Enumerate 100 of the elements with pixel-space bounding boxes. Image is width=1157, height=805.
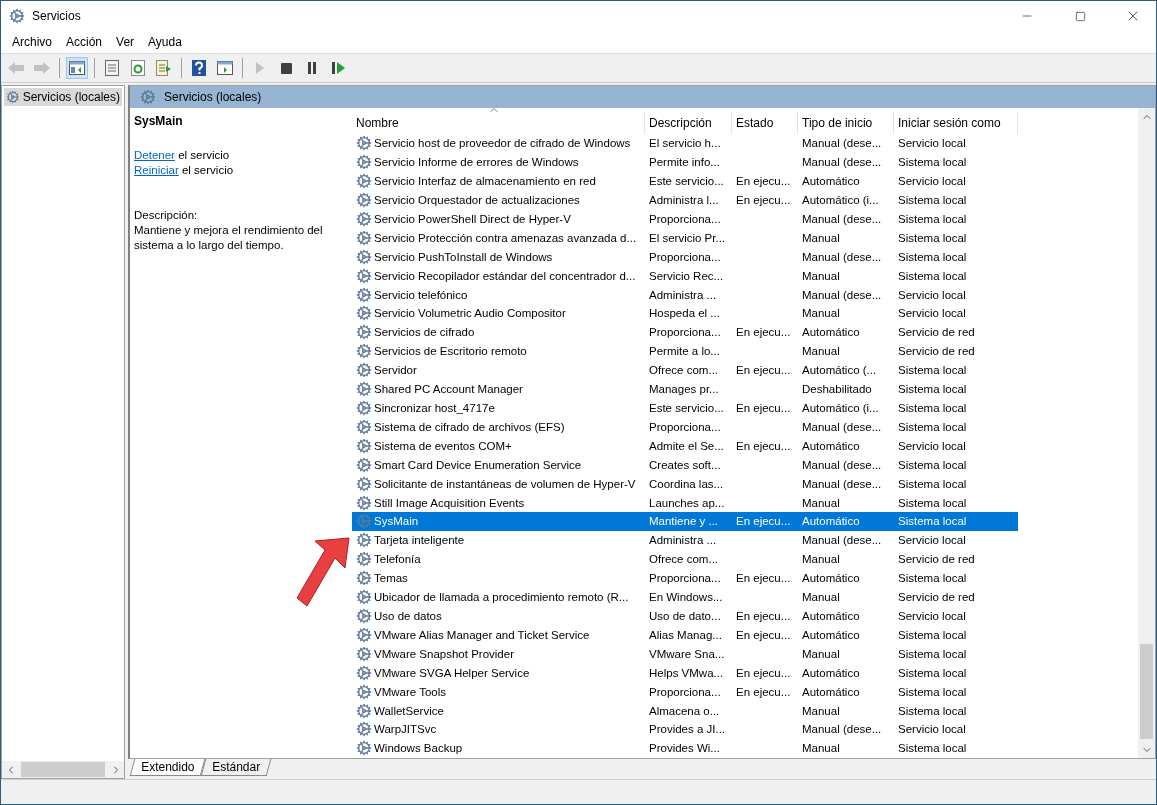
window-title: Servicios <box>32 9 82 23</box>
menu-item[interactable]: Acción <box>59 33 110 51</box>
service-row[interactable]: VMware Alias Manager and Ticket Service Alias Manag... En ejecu... Automático Sistema local <box>352 625 1018 645</box>
gear-icon <box>356 721 372 738</box>
table-cell-text: Este servicio... <box>648 175 725 188</box>
name-cell: WalletService <box>352 702 645 719</box>
table-cell-text: Manual (dese... <box>801 156 883 169</box>
table-cell-text: Manual <box>801 742 841 755</box>
scrollbar-thumb[interactable] <box>1140 644 1153 739</box>
tree-item[interactable]: Servicios (locales) <box>4 88 122 106</box>
pane-title: Servicios (locales) <box>164 90 262 104</box>
gear-icon <box>356 702 372 719</box>
service-row[interactable]: Temas Proporciona... En ejecu... Automático Sistema local <box>352 568 1018 588</box>
service-row[interactable]: Servicio host de proveedor de cifrado de Windows El servicio h... Manual (dese... Servicio local <box>352 133 1018 153</box>
service-row[interactable]: Telefonía Ofrece com... Manual Servicio de red <box>352 549 1018 569</box>
service-row[interactable]: SysMain Mantiene y ... En ejecu... Automático Sistema local <box>352 512 1018 531</box>
table-cell-text: Helps VMwa... <box>648 666 725 679</box>
table-cell-text: Hospeda el ... <box>648 307 721 320</box>
service-row[interactable]: Servicio Volumetric Audio Compositor Hospeda el ... Manual Servicio local <box>352 304 1018 323</box>
view-tab[interactable]: Extendido <box>129 759 206 776</box>
name-cell: Servicio PushToInstall de Windows <box>352 248 645 265</box>
service-row[interactable]: Tarjeta inteligente Administra ... Manual (dese... Servicio local <box>352 530 1018 550</box>
service-row[interactable]: Sincronizar host_4717e Este servicio... En ejecu... Automático (i... Sistema local <box>352 398 1018 418</box>
column-header[interactable]: Descripción <box>645 111 732 134</box>
refresh-icon <box>131 60 145 76</box>
gear-icon <box>356 494 372 511</box>
table-cell-text: Manual <box>801 231 841 244</box>
table-cell-text: Manual (dese... <box>801 420 883 433</box>
service-row[interactable]: Servicios de cifrado Proporciona... En ejecu... Automático Servicio de red <box>352 322 1018 342</box>
view-tab[interactable]: Estándar <box>201 759 272 776</box>
service-row[interactable]: Uso de datos Uso de dato... En ejecu... Automático Servicio local <box>352 606 1018 626</box>
name-cell: Servicios de Escritorio remoto <box>352 343 645 360</box>
properties-icon <box>105 60 119 76</box>
service-row[interactable]: VMware Tools Proporciona... En ejecu... Automático Sistema local <box>352 682 1018 702</box>
action-link[interactable]: Reiniciar <box>134 164 179 176</box>
column-header[interactable]: Estado <box>732 111 798 134</box>
description-label: Descripción: <box>134 208 199 223</box>
service-row[interactable]: Servicios de Escritorio remoto Permite a lo... Manual Servicio de red <box>352 341 1018 361</box>
service-row[interactable]: Servicio telefónico Administra ... Manual (dese... Servicio local <box>352 285 1018 305</box>
toolbar-button[interactable] <box>66 57 88 79</box>
service-row[interactable]: VMware Snapshot Provider VMware Sna... Manual Sistema local <box>352 644 1018 664</box>
table-cell-text: Automático (... <box>801 364 878 377</box>
gear-icon <box>356 664 372 681</box>
gear-icon <box>356 229 372 246</box>
description-text: Mantiene y mejora el rendimiento del sistema a lo largo del tiempo. <box>134 223 324 253</box>
name-cell: VMware SVGA Helper Service <box>352 664 645 681</box>
table-cell-text: Servicio de red <box>897 591 976 604</box>
name-cell: Servicio Recopilador estándar del concentrador d... <box>352 267 645 284</box>
service-row[interactable]: WarpJITSvc Provides a JI... Manual (dese... Servicio local <box>352 719 1018 739</box>
table-cell-text: Automático <box>801 685 861 698</box>
table-cell-text: Sistema local <box>897 742 968 755</box>
gear-icon <box>356 551 372 568</box>
column-header[interactable]: Iniciar sesión como <box>894 111 1018 134</box>
gear-icon <box>356 286 372 303</box>
action-link[interactable]: Detener <box>134 149 175 161</box>
service-row[interactable]: Solicitante de instantáneas de volumen de Hyper-V Coordina las... Manual (dese... Sistema local <box>352 474 1018 494</box>
name-cell: Servidor <box>352 362 645 379</box>
table-cell-text: Sistema local <box>897 212 968 225</box>
forward-arrow-icon <box>33 61 51 75</box>
service-row[interactable]: Servicio Interfaz de almacenamiento en red Este servicio... En ejecu... Automático Servicio local <box>352 171 1018 191</box>
table-cell-text: Servicio de red <box>897 326 976 339</box>
service-row[interactable]: Still Image Acquisition Events Launches ap... Manual Sistema local <box>352 493 1018 512</box>
table-cell-text: Sistema local <box>897 647 968 660</box>
name-cell: Sistema de cifrado de archivos (EFS) <box>352 418 645 435</box>
table-cell-text: Manual (dese... <box>801 723 883 736</box>
service-row[interactable]: Servicio Protección contra amenazas avanzada d... El servicio Pr... Manual Sistema local <box>352 228 1018 248</box>
column-header[interactable]: Tipo de inicio <box>798 111 894 134</box>
service-row[interactable]: Windows Backup Provides Wi... Manual Sistema local <box>352 738 1018 758</box>
service-row[interactable]: Sistema de cifrado de archivos (EFS) Proporciona... Manual (dese... Sistema local <box>352 417 1018 437</box>
table-cell-text: Manual <box>801 496 841 509</box>
service-row[interactable]: Servicio Informe de errores de Windows Permite info... Manual (dese... Sistema local <box>352 152 1018 172</box>
table-cell-text: Proporciona... <box>648 572 722 585</box>
table-cell-text: Automático <box>801 572 861 585</box>
service-row[interactable]: Servicio PowerShell Direct de Hyper-V Proporciona... Manual (dese... Sistema local <box>352 209 1018 229</box>
name-cell: WarpJITSvc <box>352 721 645 738</box>
service-row[interactable]: Shared PC Account Manager Manages pr... Deshabilitado Sistema local <box>352 379 1018 399</box>
service-row[interactable]: Servicio Recopilador estándar del concentrador d... Servicio Rec... Manual Sistema local <box>352 266 1018 286</box>
service-row[interactable]: Servidor Ofrece com... En ejecu... Automático (... Sistema local <box>352 360 1018 380</box>
gear-icon <box>356 608 372 624</box>
menu-item[interactable]: Ayuda <box>141 33 189 51</box>
view-panel-icon <box>217 61 233 75</box>
service-row[interactable]: WalletService Almacena o... Manual Sistema local <box>352 701 1018 720</box>
table-cell-text: Manual (dese... <box>801 477 883 490</box>
column-header[interactable]: Nombre <box>352 111 645 134</box>
service-row[interactable]: VMware SVGA Helper Service Helps VMwa... En ejecu... Automático Sistema local <box>352 663 1018 683</box>
name-cell: Servicios de cifrado <box>352 324 645 341</box>
service-row[interactable]: Ubicador de llamada a procedimiento remoto (R... En Windows... Manual Servicio de red <box>352 587 1018 607</box>
table-cell-text: Manages pr... <box>648 383 720 396</box>
service-row[interactable]: Sistema de eventos COM+ Admite el Se... En ejecu... Automático Servicio local <box>352 436 1018 456</box>
export-list-icon <box>156 60 172 76</box>
menu-item[interactable]: Archivo <box>5 33 59 51</box>
table-cell-text: Manual (dese... <box>801 288 883 301</box>
name-cell: Servicio telefónico <box>352 286 645 303</box>
table-cell-text: Sistema local <box>897 269 968 282</box>
scrollbar-thumb[interactable] <box>21 762 105 777</box>
service-row[interactable]: Smart Card Device Enumeration Service Creates soft... Manual (dese... Sistema local <box>352 455 1018 475</box>
menu-item[interactable]: Ver <box>109 33 142 51</box>
service-row[interactable]: Servicio Orquestador de actualizaciones Administra l... En ejecu... Automático (i... Sistema local <box>352 190 1018 210</box>
service-row[interactable]: Servicio PushToInstall de Windows Proporciona... Manual (dese... Sistema local <box>352 247 1018 267</box>
table-cell-text: Sistema local <box>897 666 968 679</box>
